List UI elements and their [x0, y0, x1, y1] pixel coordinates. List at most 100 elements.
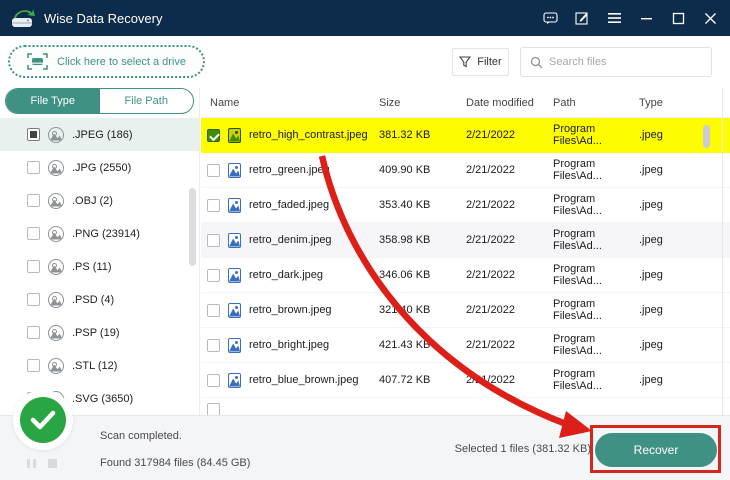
file-name: retro_green.jpeg — [249, 164, 330, 176]
filetype-checkbox[interactable] — [27, 227, 40, 240]
filetype-list-item[interactable]: .PNG (23914) — [0, 217, 199, 250]
table-row[interactable]: retro_dark.jpeg 346.06 KB 2/21/2022 Prog… — [201, 258, 730, 293]
column-header-size[interactable]: Size — [379, 97, 466, 109]
tab-file-path[interactable]: File Path — [100, 89, 194, 113]
image-file-icon — [228, 197, 241, 213]
table-row[interactable]: retro_bright.jpeg 421.43 KB 2/21/2022 Pr… — [201, 328, 730, 363]
filetype-checkbox[interactable] — [27, 326, 40, 339]
column-header-path[interactable]: Path — [553, 97, 639, 109]
recover-button[interactable]: Recover — [595, 433, 717, 467]
maximize-icon[interactable] — [662, 3, 694, 33]
image-file-icon — [48, 159, 64, 176]
filetype-list-item[interactable]: .JPEG (186) — [0, 118, 199, 151]
file-name: retro_high_contrast.jpeg — [249, 129, 368, 141]
file-date-modified: 2/21/2022 — [466, 129, 515, 141]
file-path: Program Files\Ad... — [553, 263, 602, 287]
filetype-label: .JPG (2550) — [72, 161, 132, 174]
filetype-label: .PSP (19) — [72, 326, 120, 339]
row-checkbox[interactable] — [207, 303, 220, 317]
filetype-list-item[interactable]: .JPG (2550) — [0, 151, 199, 184]
filter-funnel-icon — [459, 56, 472, 68]
filetype-list: .JPEG (186) .JPG (2550) .OBJ (2) .PNG (2… — [0, 118, 199, 415]
filetype-list-item[interactable]: .PSP (19) — [0, 316, 199, 349]
row-checkbox[interactable] — [207, 403, 220, 415]
minimize-icon[interactable] — [630, 3, 662, 33]
filter-button[interactable]: Filter — [452, 48, 509, 76]
filetype-checkbox[interactable] — [27, 293, 40, 306]
row-checkbox[interactable] — [207, 373, 220, 387]
sidebar: File Type File Path .JPEG (186) .JPG (25… — [0, 88, 200, 415]
stop-icon[interactable] — [48, 459, 57, 468]
status-bar: Scan completed. Found 317984 files (84.4… — [0, 390, 730, 480]
drive-scan-icon — [27, 53, 48, 70]
filter-label: Filter — [477, 56, 502, 68]
tab-file-type[interactable]: File Type — [6, 89, 100, 113]
row-checkbox[interactable] — [207, 268, 220, 282]
file-name-cell: retro_dark.jpeg — [201, 267, 379, 283]
search-input[interactable] — [549, 56, 699, 68]
file-type: .jpeg — [639, 304, 663, 316]
scan-complete-check-icon — [20, 397, 66, 443]
titlebar-controls — [534, 3, 726, 33]
file-name-cell: retro_faded.jpeg — [201, 197, 379, 213]
filetype-list-item[interactable]: .PS (11) — [0, 250, 199, 283]
filetype-list-item[interactable]: .OBJ (2) — [0, 184, 199, 217]
column-header-name[interactable]: Name — [201, 97, 379, 109]
row-checkbox[interactable] — [207, 338, 220, 352]
close-icon[interactable] — [694, 3, 726, 33]
app-title: Wise Data Recovery — [44, 10, 163, 26]
sidebar-scrollbar[interactable] — [189, 188, 196, 266]
menu-icon[interactable] — [598, 3, 630, 33]
sidebar-tabs: File Type File Path — [5, 88, 194, 114]
image-file-icon — [228, 267, 241, 283]
column-header-type[interactable]: Type — [639, 97, 698, 109]
table-row[interactable]: retro_green.jpeg 409.90 KB 2/21/2022 Pro… — [201, 153, 730, 188]
scan-controls — [27, 459, 57, 468]
file-path: Program Files\Ad... — [553, 123, 602, 147]
feedback-icon[interactable] — [534, 3, 566, 33]
row-checkbox[interactable] — [207, 233, 220, 247]
table-scrollbar[interactable] — [703, 125, 710, 148]
table-row-partial[interactable] — [201, 398, 730, 415]
filetype-checkbox[interactable] — [27, 128, 40, 141]
edit-icon[interactable] — [566, 3, 598, 33]
filetype-list-item[interactable]: .STL (12) — [0, 349, 199, 382]
app-logo-icon — [12, 9, 35, 27]
selected-files-info: Selected 1 files (381.32 KB) — [454, 443, 591, 455]
table-row[interactable]: retro_brown.jpeg 321.40 KB 2/21/2022 Pro… — [201, 293, 730, 328]
filetype-checkbox[interactable] — [27, 359, 40, 372]
file-name-cell: retro_denim.jpeg — [201, 232, 379, 248]
select-drive-button[interactable]: Click here to select a drive — [8, 45, 205, 78]
filetype-checkbox[interactable] — [27, 260, 40, 273]
table-row[interactable]: retro_blue_brown.jpeg 407.72 KB 2/21/202… — [201, 363, 730, 398]
file-size: 421.43 KB — [379, 339, 431, 351]
file-name: retro_brown.jpeg — [249, 304, 332, 316]
filetype-checkbox[interactable] — [27, 161, 40, 174]
row-checkbox[interactable] — [207, 198, 220, 212]
filetype-checkbox[interactable] — [27, 194, 40, 207]
filetype-label: .PNG (23914) — [72, 227, 140, 240]
file-size: 346.06 KB — [379, 269, 431, 281]
toolbar: Click here to select a drive Filter — [0, 36, 730, 88]
file-type: .jpeg — [639, 234, 663, 246]
row-checkbox[interactable] — [207, 163, 220, 177]
row-checkbox[interactable] — [207, 128, 220, 142]
results-table: Name Size Date modified Path Type retro_… — [201, 88, 730, 415]
file-name-cell: retro_brown.jpeg — [201, 302, 379, 318]
filetype-list-item[interactable]: .PSD (4) — [0, 283, 199, 316]
file-type: .jpeg — [639, 339, 663, 351]
table-row[interactable]: retro_faded.jpeg 353.40 KB 2/21/2022 Pro… — [201, 188, 730, 223]
image-file-icon — [228, 337, 241, 353]
table-row[interactable]: retro_denim.jpeg 358.98 KB 2/21/2022 Pro… — [201, 223, 730, 258]
column-header-date-modified[interactable]: Date modified — [466, 97, 553, 109]
image-file-icon — [48, 324, 64, 341]
file-size: 381.32 KB — [379, 129, 431, 141]
file-size: 407.72 KB — [379, 374, 431, 386]
pause-icon[interactable] — [27, 459, 36, 468]
table-row[interactable]: retro_high_contrast.jpeg 381.32 KB 2/21/… — [201, 118, 730, 153]
image-file-icon — [48, 225, 64, 242]
image-file-icon — [228, 372, 241, 388]
filetype-label: .OBJ (2) — [72, 194, 113, 207]
file-name: retro_faded.jpeg — [249, 199, 330, 211]
image-file-icon — [48, 126, 64, 143]
